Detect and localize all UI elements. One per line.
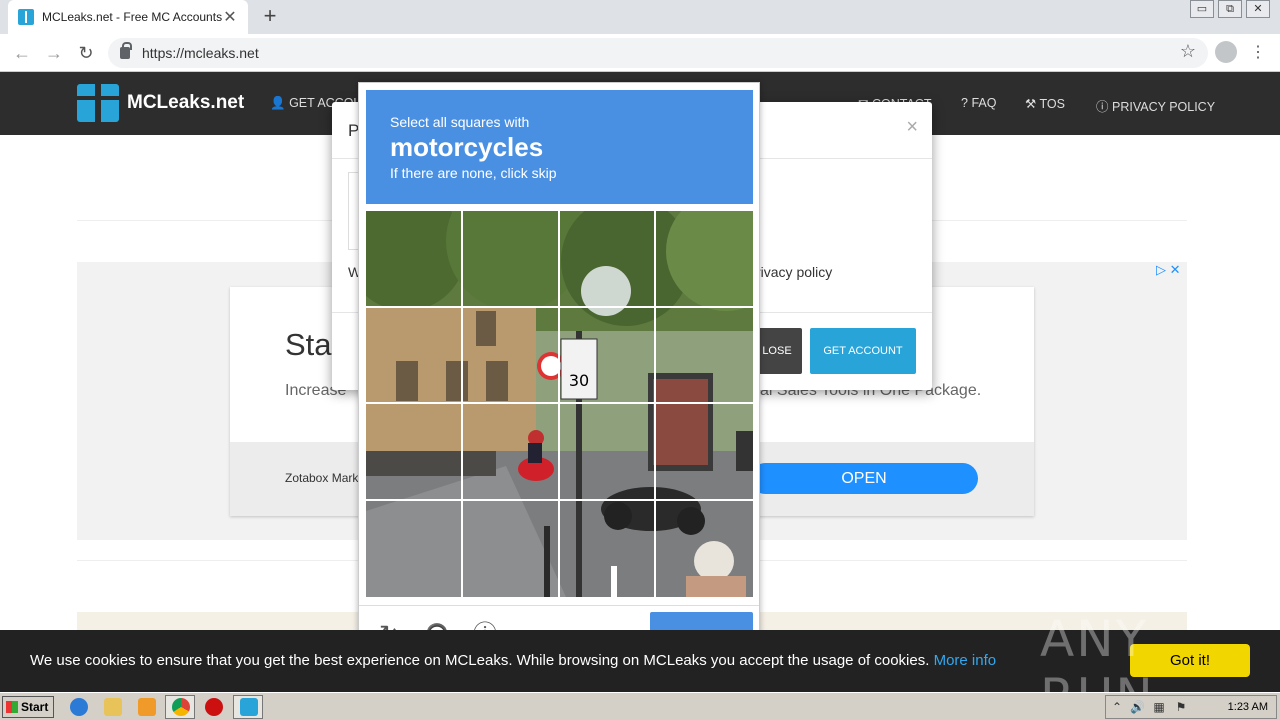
captcha-tile[interactable] xyxy=(366,307,463,404)
tab-close-icon[interactable]: ✕ xyxy=(222,7,238,27)
captcha-challenge: Select all squares with motorcycles If t… xyxy=(358,82,760,664)
nav-tos[interactable]: ⚒ TOS xyxy=(1025,96,1065,111)
captcha-tile[interactable] xyxy=(366,500,463,597)
nav-privacy[interactable]: ⓘ PRIVACY POLICY xyxy=(1096,96,1215,115)
browser-menu-icon[interactable]: ⋮ xyxy=(1250,42,1266,62)
captcha-header: Select all squares with motorcycles If t… xyxy=(366,90,753,204)
bookmark-star-icon[interactable]: ☆ xyxy=(1180,41,1196,62)
restore-button[interactable]: ⧉ xyxy=(1218,0,1242,18)
gift-icon xyxy=(240,698,258,716)
captcha-tile[interactable] xyxy=(656,211,753,308)
lock-icon xyxy=(120,42,132,59)
back-icon[interactable]: ← xyxy=(10,41,34,65)
ad-open-button[interactable]: OPEN xyxy=(750,463,978,494)
captcha-footer-divider xyxy=(359,605,759,606)
chrome-icon xyxy=(172,698,190,716)
captcha-tile[interactable] xyxy=(462,211,560,308)
logo-text: MCLeaks.net xyxy=(127,92,245,113)
ad-choices-icon[interactable]: ▷ ✕ xyxy=(1156,262,1181,278)
site-logo[interactable]: MCLeaks.net xyxy=(77,84,244,122)
browser-tab-bar: MCLeaks.net - Free MC Accounts ✕ + ▭ ⧉ ✕ xyxy=(0,0,1280,34)
browser-tab[interactable]: MCLeaks.net - Free MC Accounts ✕ xyxy=(8,0,248,34)
captcha-tile[interactable] xyxy=(559,404,657,501)
get-account-button[interactable]: GET ACCOUNT xyxy=(810,328,916,374)
nav-faq[interactable]: ? FAQ xyxy=(961,96,996,110)
gift-logo-icon xyxy=(77,84,119,122)
captcha-tile[interactable] xyxy=(366,404,463,501)
forward-icon[interactable]: → xyxy=(42,41,66,65)
modal-close-icon[interactable]: × xyxy=(906,116,918,139)
user-plus-icon: 👤 xyxy=(270,96,286,110)
cookie-message: We use cookies to ensure that you get th… xyxy=(30,652,996,669)
captcha-tile[interactable] xyxy=(656,501,753,598)
captcha-tile[interactable] xyxy=(463,500,560,597)
nav-faq-label: FAQ xyxy=(971,96,997,110)
captcha-tile[interactable] xyxy=(559,307,657,404)
nav-tos-label: TOS xyxy=(1039,97,1065,111)
new-tab-button[interactable]: + xyxy=(258,4,282,28)
gift-icon xyxy=(18,9,34,25)
url-text[interactable]: https://mcleaks.net xyxy=(142,45,259,61)
flag-icon[interactable]: ⚑ xyxy=(1174,700,1188,714)
captcha-tile[interactable] xyxy=(462,307,560,404)
window-controls: ▭ ⧉ ✕ xyxy=(1190,0,1270,18)
captcha-tile[interactable] xyxy=(656,308,753,404)
mcleaks-taskbar-button[interactable] xyxy=(233,695,263,719)
address-bar[interactable]: https://mcleaks.net ☆ xyxy=(108,38,1208,68)
taskbar: Start ⌃ 🔊 ▦ ⚑ 1:23 AM xyxy=(0,692,1280,720)
captcha-target: motorcycles xyxy=(390,132,544,162)
browser-toolbar: ← → ↻ https://mcleaks.net ☆ xyxy=(0,34,1280,72)
close-window-button[interactable]: ✕ xyxy=(1246,0,1270,18)
media-player-icon[interactable] xyxy=(138,698,156,716)
system-tray: ⌃ 🔊 ▦ ⚑ 1:23 AM xyxy=(1105,695,1277,719)
captcha-tile[interactable] xyxy=(462,404,560,501)
info-circle-icon: ⓘ xyxy=(1096,100,1109,114)
opera-icon[interactable] xyxy=(205,698,223,716)
cookie-text: We use cookies to ensure that you get th… xyxy=(30,652,930,669)
volume-icon[interactable]: 🔊 xyxy=(1130,700,1145,714)
tab-title: MCLeaks.net - Free MC Accounts xyxy=(42,10,222,24)
captcha-tiles xyxy=(366,211,753,597)
captcha-hint: If there are none, click skip xyxy=(390,165,557,181)
captcha-instruction: Select all squares with xyxy=(390,114,530,130)
ad-title: Sta xyxy=(285,327,332,362)
start-button[interactable]: Start xyxy=(2,696,54,718)
more-info-link[interactable]: More info xyxy=(934,652,997,669)
tray-expand-icon[interactable]: ⌃ xyxy=(1110,700,1124,714)
captcha-tile[interactable] xyxy=(559,211,657,308)
question-icon: ? xyxy=(961,96,968,110)
minimize-button[interactable]: ▭ xyxy=(1190,0,1214,18)
clock: 1:23 AM xyxy=(1227,701,1268,713)
network-icon[interactable]: ▦ xyxy=(1152,700,1166,714)
reload-icon[interactable]: ↻ xyxy=(74,41,98,65)
captcha-tile[interactable] xyxy=(560,500,657,597)
explorer-icon[interactable] xyxy=(104,698,122,716)
nav-privacy-label: PRIVACY POLICY xyxy=(1112,100,1216,114)
profile-avatar-icon[interactable] xyxy=(1215,41,1237,63)
captcha-image-grid: 30 xyxy=(366,211,753,597)
ad-brand: Zotabox Mark xyxy=(285,471,359,485)
gavel-icon: ⚒ xyxy=(1025,97,1037,111)
ie-icon[interactable] xyxy=(70,698,88,716)
captcha-tile[interactable] xyxy=(656,404,753,501)
captcha-tile[interactable] xyxy=(366,211,463,308)
privacy-policy-text[interactable]: rivacy policy xyxy=(756,264,832,280)
chrome-taskbar-button[interactable] xyxy=(165,695,195,719)
